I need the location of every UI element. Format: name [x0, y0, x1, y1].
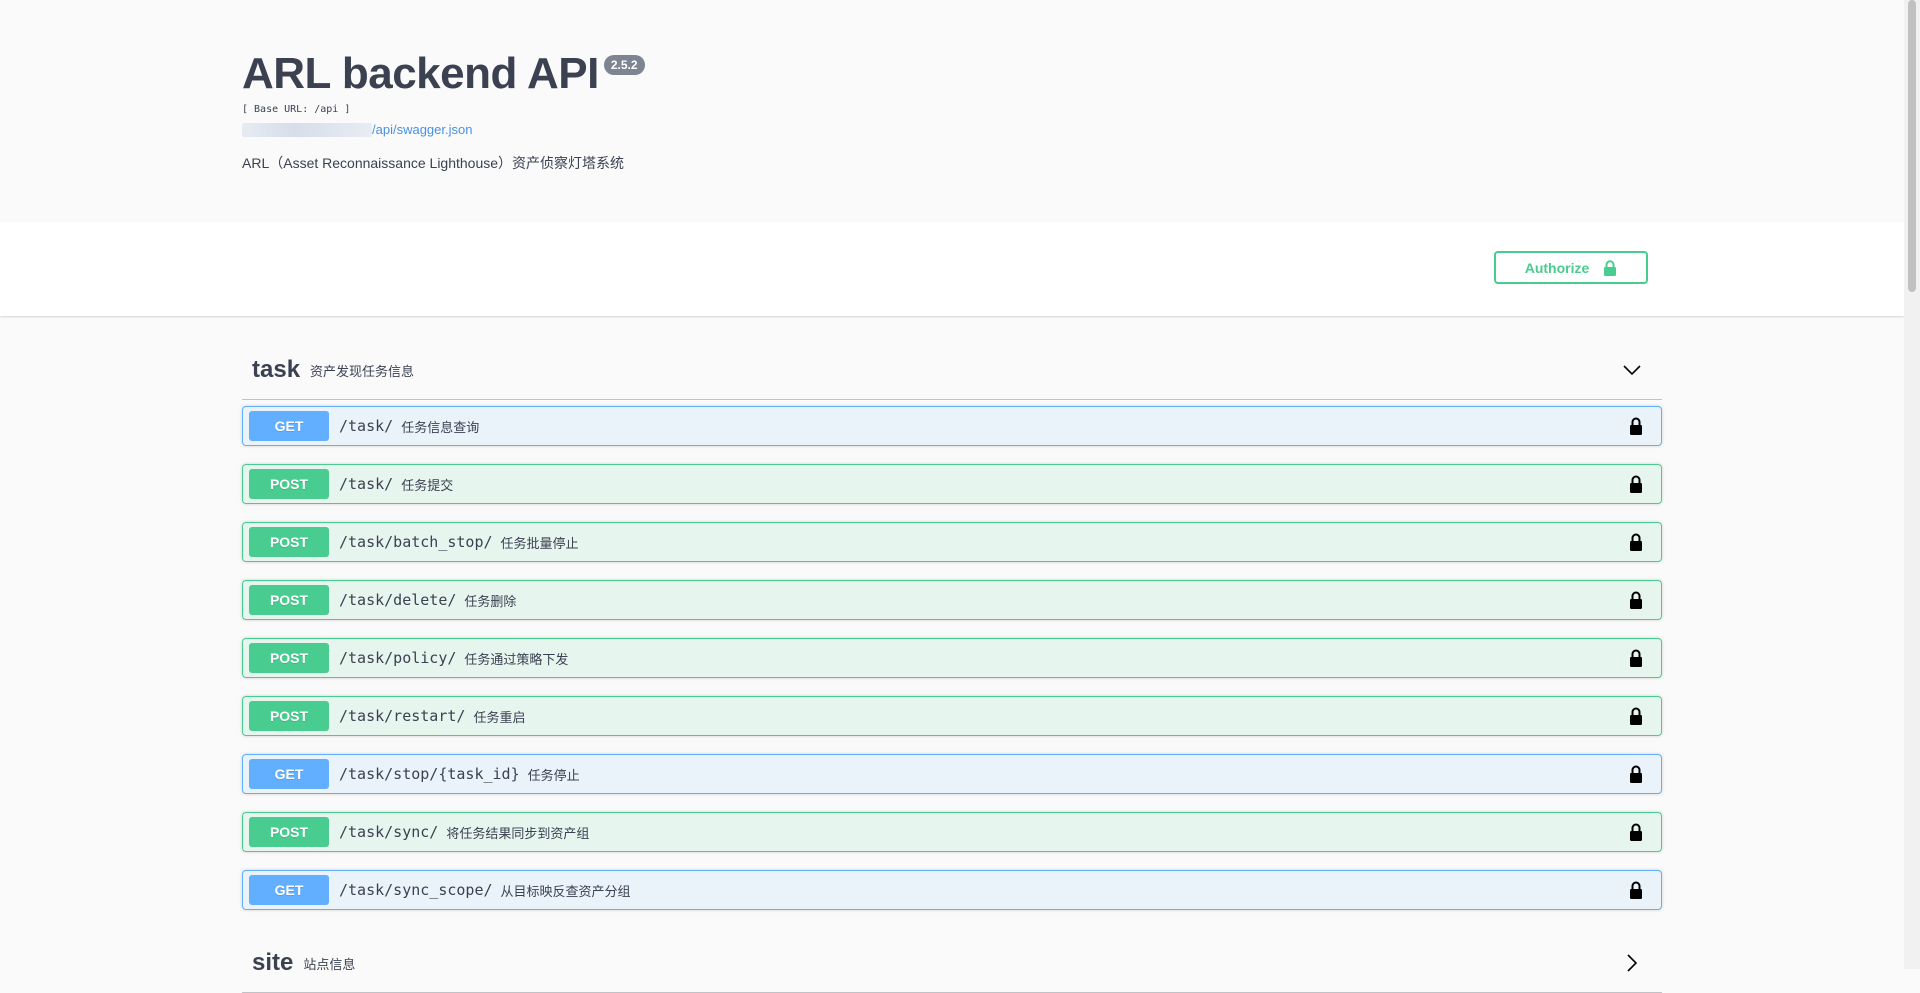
lock-icon[interactable]: [1629, 649, 1643, 667]
swagger-json-link[interactable]: /api/swagger.json: [242, 122, 645, 137]
operation-summary: 任务提交: [401, 477, 454, 493]
lock-icon[interactable]: [1629, 881, 1643, 899]
api-title: ARL backend API: [242, 49, 599, 98]
operation-path: /task/policy/: [339, 649, 457, 667]
operation-post-task-delete[interactable]: POST /task/delete/ 任务删除: [242, 580, 1662, 620]
operation-path: /task/stop/{task_id}: [339, 765, 520, 783]
operation-path: /task/restart/: [339, 707, 466, 725]
method-badge: GET: [249, 411, 329, 441]
api-description: ARL（Asset Reconnaissance Lighthouse）资产侦察…: [242, 155, 625, 171]
operation-path: /task/: [339, 417, 394, 435]
operation-summary: 任务停止: [527, 767, 580, 783]
lock-icon[interactable]: [1629, 765, 1643, 783]
operation-summary: 任务删除: [464, 593, 517, 609]
lock-icon[interactable]: [1629, 823, 1643, 841]
swagger-json-link-text[interactable]: /api/swagger.json: [372, 122, 472, 137]
tag-description: 资产发现任务信息: [310, 363, 415, 379]
lock-icon[interactable]: [1629, 417, 1643, 435]
base-url: [ Base URL: /api ]: [242, 104, 351, 115]
method-badge: POST: [249, 643, 329, 673]
operation-path: /task/delete/: [339, 591, 457, 609]
operation-post-task-restart[interactable]: POST /task/restart/ 任务重启: [242, 696, 1662, 736]
operation-path: /task/batch_stop/: [339, 533, 493, 551]
tag-section-task: task 资产发现任务信息 GET /task/ 任务信息查询 POST /ta…: [242, 341, 1662, 928]
operation-summary: 将任务结果同步到资产组: [446, 825, 590, 841]
lock-icon[interactable]: [1629, 591, 1643, 609]
method-badge: POST: [249, 469, 329, 499]
method-badge: POST: [249, 585, 329, 615]
operation-summary: 任务通过策略下发: [464, 651, 569, 667]
tag-header-task[interactable]: task 资产发现任务信息: [242, 341, 1662, 400]
scheme-container: Authorize: [0, 222, 1904, 316]
scrollbar-thumb[interactable]: [1908, 0, 1916, 292]
operation-post-task[interactable]: POST /task/ 任务提交: [242, 464, 1662, 504]
operation-get-task-stop[interactable]: GET /task/stop/{task_id} 任务停止: [242, 754, 1662, 794]
tag-name: site: [252, 949, 294, 976]
tag-name: task: [252, 356, 301, 383]
method-badge: GET: [249, 875, 329, 905]
lock-icon[interactable]: [1629, 533, 1643, 551]
operation-summary: 任务批量停止: [500, 535, 579, 551]
tag-description: 站点信息: [303, 956, 356, 972]
operation-post-task-policy[interactable]: POST /task/policy/ 任务通过策略下发: [242, 638, 1662, 678]
operation-path: /task/sync_scope/: [339, 881, 493, 899]
operation-get-task-sync-scope[interactable]: GET /task/sync_scope/ 从目标映反查资产分组: [242, 870, 1662, 910]
lock-icon[interactable]: [1629, 707, 1643, 725]
operation-summary: 任务信息查询: [401, 419, 480, 435]
chevron-down-icon[interactable]: [1622, 360, 1642, 380]
operation-summary: 任务重启: [473, 709, 526, 725]
api-info-header: ARL backend API 2.5.2 [ Base URL: /api ]…: [0, 0, 1904, 222]
tag-section-site: site 站点信息: [242, 934, 1662, 993]
operation-path: /task/: [339, 475, 394, 493]
method-badge: GET: [249, 759, 329, 789]
operation-path: /task/sync/: [339, 823, 439, 841]
method-badge: POST: [249, 817, 329, 847]
redacted-host: [242, 122, 372, 137]
lock-icon: [1604, 259, 1617, 276]
lock-icon[interactable]: [1629, 475, 1643, 493]
vertical-scrollbar[interactable]: [1904, 0, 1920, 969]
authorize-label: Authorize: [1524, 259, 1590, 276]
version-badge: 2.5.2: [603, 55, 645, 75]
operation-post-task-sync[interactable]: POST /task/sync/ 将任务结果同步到资产组: [242, 812, 1662, 852]
authorize-button[interactable]: Authorize: [1494, 251, 1648, 284]
chevron-right-icon[interactable]: [1622, 953, 1642, 973]
operation-post-task-batch-stop[interactable]: POST /task/batch_stop/ 任务批量停止: [242, 522, 1662, 562]
tag-header-site[interactable]: site 站点信息: [242, 934, 1662, 993]
operation-summary: 从目标映反查资产分组: [500, 883, 631, 899]
operations-list: GET /task/ 任务信息查询 POST /task/ 任务提交 POST …: [242, 406, 1662, 910]
operation-get-task[interactable]: GET /task/ 任务信息查询: [242, 406, 1662, 446]
method-badge: POST: [249, 701, 329, 731]
method-badge: POST: [249, 527, 329, 557]
